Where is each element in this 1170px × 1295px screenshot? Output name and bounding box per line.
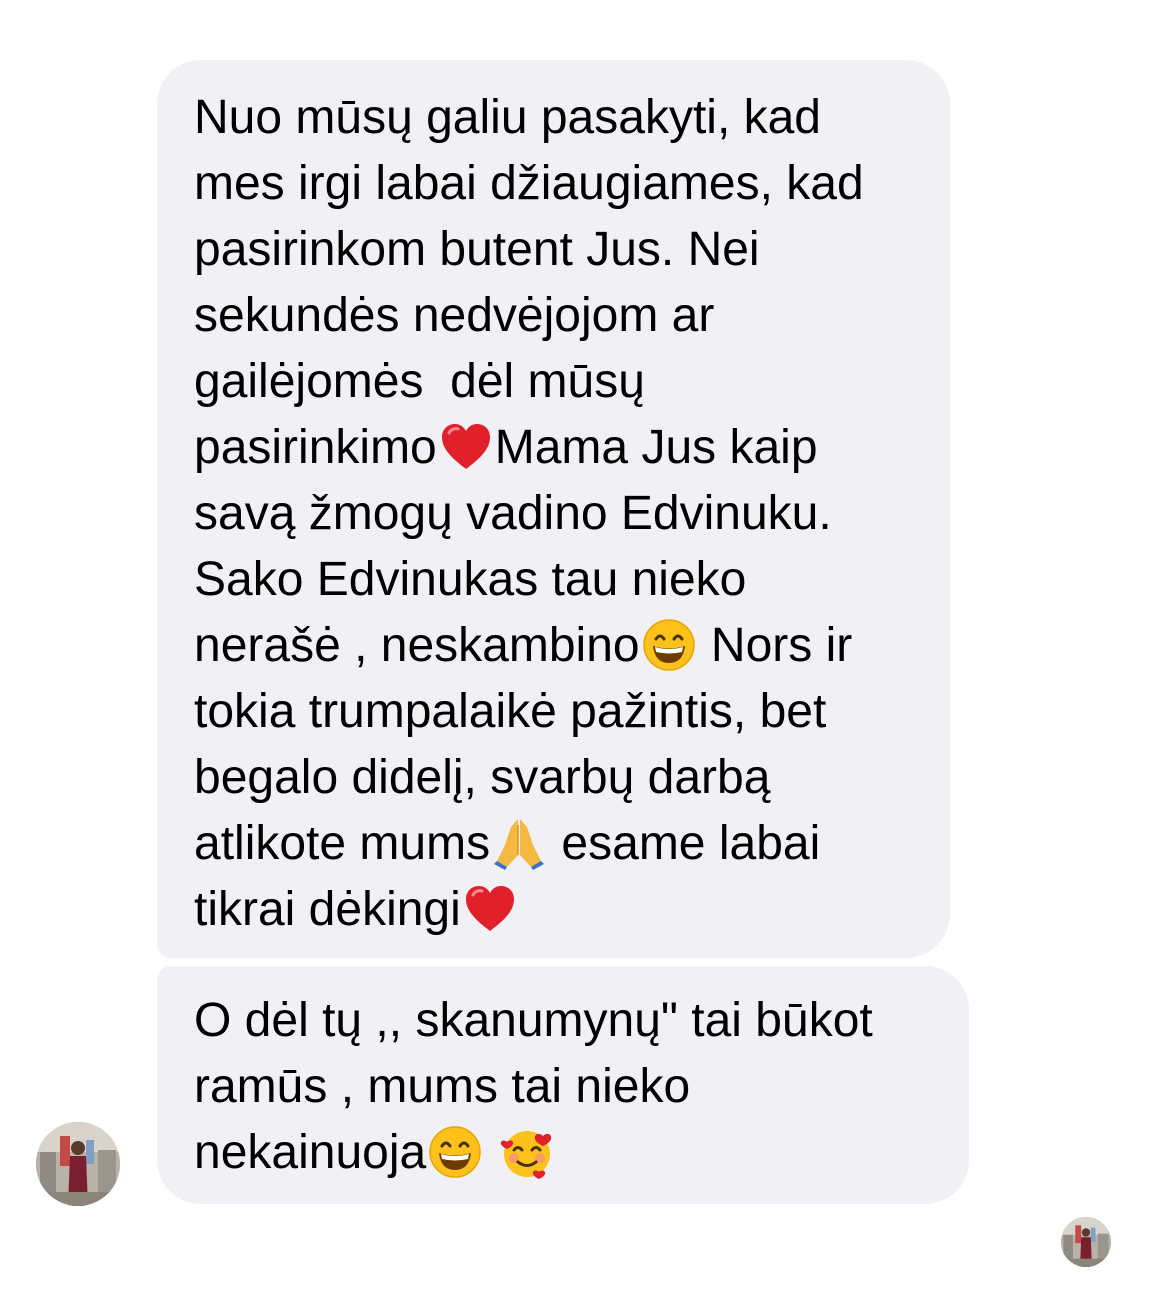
message-text: pasirinkimo [194, 421, 437, 474]
sender-avatar[interactable] [36, 1122, 120, 1206]
message-text: sekundės nedvėjojom ar [194, 289, 715, 342]
message-line: sekundės nedvėjojom ar [194, 283, 920, 349]
message-text: tikrai dėkingi [194, 883, 461, 936]
message-text: gailėjomės dėl mūsų [194, 355, 645, 408]
message-line: Nuo mūsų galiu pasakyti, kad [194, 85, 920, 151]
message-line: ramūs , mums tai nieko [194, 1054, 939, 1120]
folded-hands-icon [491, 815, 547, 871]
message-text: Nors ir [697, 619, 853, 672]
profile-photo-icon [1061, 1217, 1111, 1267]
message-text: mes irgi labai džiaugiames, kad [194, 157, 864, 210]
message-text: tokia trumpalaikė pažintis, bet [194, 685, 827, 738]
message-line: begalo didelį, svarbų darbą [194, 745, 920, 811]
message-line: nerašė , neskambino Nors ir [194, 613, 920, 679]
message-line: tikrai dėkingi [194, 877, 920, 943]
smiling-face-with-hearts-icon [499, 1124, 555, 1180]
message-bubble[interactable]: Nuo mūsų galiu pasakyti, kad mes irgi lab… [157, 60, 950, 958]
message-line: pasirinkom butent Jus. Nei [194, 217, 920, 283]
red-heart-icon [438, 419, 494, 475]
message-line: mes irgi labai džiaugiames, kad [194, 151, 920, 217]
profile-photo-icon [36, 1122, 120, 1206]
message-text [484, 1126, 497, 1179]
message-text: Mama Jus kaip [494, 421, 818, 474]
message-text: nekainuoja [194, 1126, 427, 1179]
message-text: savą žmogų vadino Edvinuku. [194, 487, 832, 540]
message-line: nekainuoja [194, 1120, 939, 1186]
message-text: ramūs , mums tai nieko [194, 1060, 691, 1113]
message-text: nerašė , neskambino [194, 619, 640, 672]
read-receipt-avatar [1061, 1217, 1111, 1267]
message-text: pasirinkom butent Jus. Nei [194, 223, 760, 276]
message-line: O dėl tų ,, skanumynų" tai būkot [194, 988, 939, 1054]
message-line: pasirinkimo Mama Jus kaip [194, 415, 920, 481]
message-line: Sako Edvinukas tau nieko [194, 547, 920, 613]
message-text: esame labai [548, 817, 821, 870]
message-text: atlikote mums [194, 817, 491, 870]
message-line: savą žmogų vadino Edvinuku. [194, 481, 920, 547]
message-line: atlikote mums esame labai [194, 811, 920, 877]
message-text: Sako Edvinukas tau nieko [194, 553, 747, 606]
message-bubble[interactable]: O dėl tų ,, skanumynų" tai būkot ramūs , … [157, 966, 969, 1204]
grinning-face-icon [427, 1124, 483, 1180]
message-text: O dėl tų ,, skanumynų" tai būkot [194, 994, 873, 1047]
red-heart-icon [462, 881, 518, 937]
message-line: tokia trumpalaikė pažintis, bet [194, 679, 920, 745]
message-text: begalo didelį, svarbų darbą [194, 751, 771, 804]
message-line: gailėjomės dėl mūsų [194, 349, 920, 415]
message-text: Nuo mūsų galiu pasakyti, kad [194, 91, 821, 144]
grinning-face-icon [641, 617, 697, 673]
